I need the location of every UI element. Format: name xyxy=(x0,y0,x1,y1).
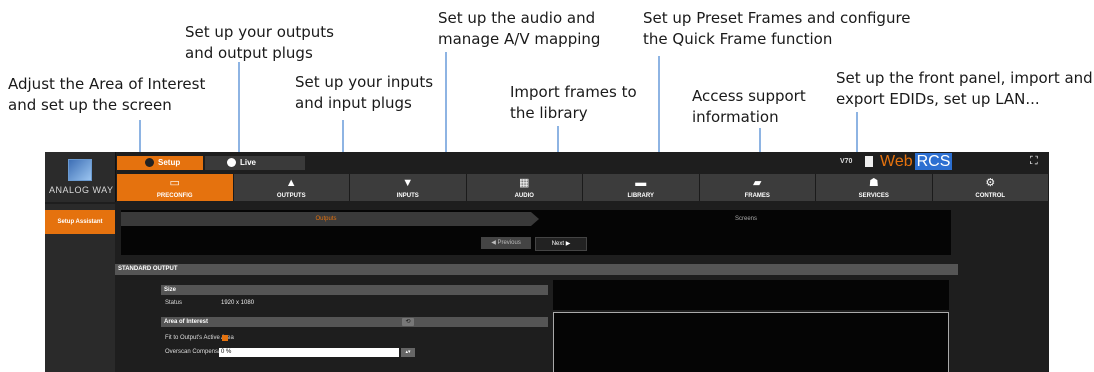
nav-outputs[interactable]: ▲ OUTPUTS xyxy=(233,174,350,201)
callout-frames: Set up Preset Frames and configure the Q… xyxy=(643,9,911,48)
callout-outputs: Set up your outputs and output plugs xyxy=(185,23,334,62)
audio-icon: ▦ xyxy=(519,177,530,189)
overscan-stepper[interactable]: ▴▾ xyxy=(401,348,415,357)
nav-audio[interactable]: ▦ AUDIO xyxy=(466,174,583,201)
inputs-icon: ▼ xyxy=(402,177,414,189)
fullscreen-icon[interactable]: ⛶ xyxy=(1030,155,1038,168)
nav-inputs[interactable]: ▼ INPUTS xyxy=(350,174,467,201)
callout-inputs: Set up your inputs and input plugs xyxy=(295,73,434,112)
control-icon: ⚙ xyxy=(985,177,996,189)
webrcs-app: ANALOG WAY Setup Live V70 Web RCS ⛶ ▭ PREC… xyxy=(45,152,1049,372)
nav-control[interactable]: ⚙ CONTROL xyxy=(932,174,1049,201)
library-icon: ▬ xyxy=(635,177,647,189)
nav-frames[interactable]: ▰ FRAMES xyxy=(699,174,816,201)
previous-button[interactable]: ◀ Previous xyxy=(481,237,531,249)
gear-icon xyxy=(145,158,154,168)
size-header: Size xyxy=(161,285,548,295)
area-of-interest-header: Area of Interest xyxy=(161,317,548,327)
sidebar: Setup Assistant xyxy=(45,204,115,372)
services-icon: ☗ xyxy=(868,177,879,189)
frames-icon: ▰ xyxy=(753,177,762,189)
wizard-step-screens[interactable]: Screens xyxy=(541,212,951,226)
play-icon xyxy=(227,158,236,168)
tab-setup[interactable]: Setup xyxy=(117,156,203,170)
output-preview xyxy=(553,312,949,372)
overscan-input[interactable]: 0 % xyxy=(219,348,399,357)
setup-wizard: Outputs Screens ◀ Previous Next ▶ xyxy=(121,210,951,255)
callout-services: Access support information xyxy=(692,87,806,126)
sidebar-item-setup-assistant[interactable]: Setup Assistant xyxy=(45,210,115,234)
nav-preconfig[interactable]: ▭ PRECONFIG xyxy=(117,174,234,201)
nav-services[interactable]: ☗ SERVICES xyxy=(816,174,933,201)
logo-mark-icon xyxy=(68,159,92,181)
preconfig-icon: ▭ xyxy=(169,177,180,189)
version-label: V70 xyxy=(840,158,853,165)
fit-active-area-checkbox[interactable] xyxy=(222,335,228,341)
callout-control: Set up the front panel, import and expor… xyxy=(836,69,1093,108)
callout-preconfig: Adjust the Area of Interest and set up t… xyxy=(8,75,206,114)
section-title: STANDARD OUTPUT xyxy=(115,264,958,275)
callout-audio: Set up the audio and manage A/V mapping xyxy=(438,9,601,48)
reset-icon[interactable]: ⟲ xyxy=(402,318,414,326)
nav-library[interactable]: ▬ LIBRARY xyxy=(583,174,700,201)
step-arrow-icon xyxy=(531,212,539,226)
tab-live[interactable]: Live xyxy=(205,156,305,170)
status-label: Status xyxy=(165,300,183,306)
wizard-step-outputs[interactable]: Outputs xyxy=(121,212,531,226)
webrcs-brand: Web RCS xyxy=(880,153,953,170)
analog-way-logo: ANALOG WAY xyxy=(45,152,116,202)
callout-library: Import frames to the library xyxy=(510,83,637,122)
main-nav: ▭ PRECONFIG ▲ OUTPUTS ▼ INPUTS ▦ AUDIO ▬ LIBR… xyxy=(117,174,1049,201)
outputs-icon: ▲ xyxy=(285,177,297,189)
logo-text: ANALOG WAY xyxy=(49,185,114,195)
status-value: 1920 x 1080 xyxy=(221,300,255,306)
preview-area-top xyxy=(553,280,949,310)
document-icon[interactable] xyxy=(865,156,873,167)
next-button[interactable]: Next ▶ xyxy=(535,237,587,251)
